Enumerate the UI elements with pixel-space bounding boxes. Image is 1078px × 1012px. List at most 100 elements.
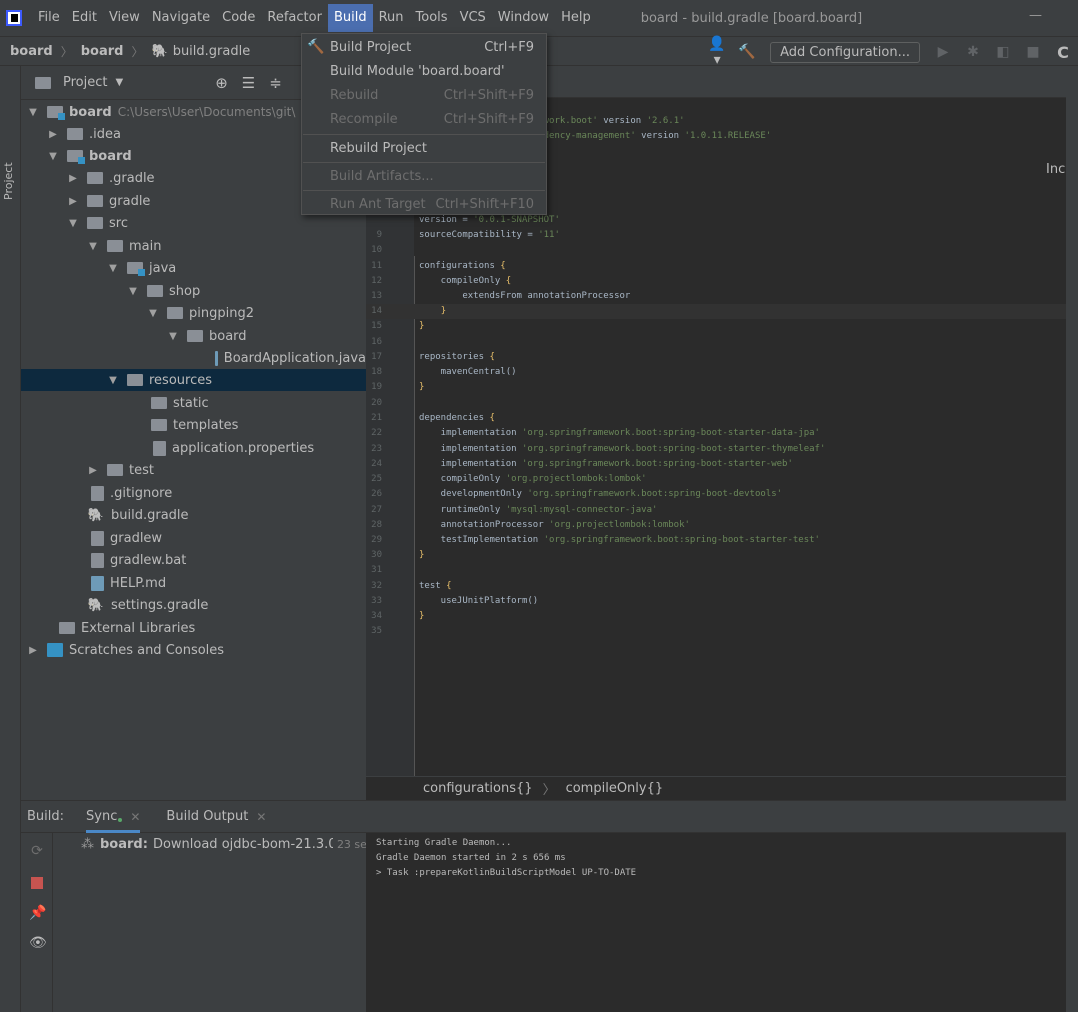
chevron-down-icon[interactable]: ▼ bbox=[115, 77, 123, 88]
tree-item-scratches[interactable]: ▶ Scratches and Consoles bbox=[21, 639, 366, 661]
code-line[interactable]: 33 useJUnitPlatform() bbox=[366, 594, 1066, 609]
minimize-button[interactable]: — bbox=[1029, 8, 1042, 23]
tree-item-resources[interactable]: ▼ resources bbox=[21, 369, 366, 391]
tree-item-gitignore[interactable]: .gitignore bbox=[21, 482, 366, 504]
menu-run[interactable]: Run bbox=[373, 4, 410, 32]
tree-item-static[interactable]: static bbox=[21, 392, 366, 414]
chevron-right-icon[interactable]: ▶ bbox=[67, 173, 79, 184]
build-tree-item[interactable]: ⁂ board: Download ojdbc-bom-21.3.0.0.p 2… bbox=[81, 837, 373, 852]
tree-item-gradlew-bat[interactable]: gradlew.bat bbox=[21, 549, 366, 571]
chevron-down-icon[interactable]: ▼ bbox=[147, 308, 159, 319]
project-panel-title[interactable]: Project bbox=[63, 75, 107, 90]
code-line[interactable]: 17 repositories { bbox=[366, 350, 1066, 365]
eye-icon[interactable]: 👁 bbox=[29, 935, 47, 951]
tree-item-templates[interactable]: templates bbox=[21, 414, 366, 436]
code-line[interactable]: 21 dependencies { bbox=[366, 411, 1066, 426]
code-line[interactable]: 16 bbox=[366, 335, 1066, 350]
code-line[interactable]: 26 developmentOnly 'org.springframework.… bbox=[366, 487, 1066, 502]
code-line[interactable]: 28 annotationProcessor 'org.projectlombo… bbox=[366, 518, 1066, 533]
code-line[interactable]: 32 test { bbox=[366, 579, 1066, 594]
menu-item-build-artifacts[interactable]: Build Artifacts... bbox=[302, 164, 546, 188]
code-line[interactable]: 12 compileOnly { bbox=[366, 274, 1066, 289]
code-line[interactable]: 15} bbox=[366, 319, 1066, 334]
code-line[interactable]: 11 configurations { bbox=[366, 259, 1066, 274]
tree-item-main[interactable]: ▼ main bbox=[21, 235, 366, 257]
menu-edit[interactable]: Edit bbox=[66, 4, 103, 32]
debug-icon[interactable]: ✱ bbox=[962, 44, 984, 60]
stop-icon[interactable] bbox=[31, 877, 43, 889]
stop-icon[interactable]: ■ bbox=[1022, 44, 1044, 60]
menu-navigate[interactable]: Navigate bbox=[146, 4, 216, 32]
menu-item-build-project[interactable]: 🔨 Build Project Ctrl+F9 bbox=[302, 35, 546, 59]
chevron-right-icon[interactable]: ▶ bbox=[67, 196, 79, 207]
code-line[interactable]: 13 extendsFrom annotationProcessor bbox=[366, 289, 1066, 304]
menu-item-build-module[interactable]: Build Module 'board.board' bbox=[302, 59, 546, 83]
close-icon[interactable]: ✕ bbox=[130, 810, 140, 824]
tree-item-external-libraries[interactable]: External Libraries bbox=[21, 617, 366, 639]
coverage-icon[interactable]: ◧ bbox=[992, 44, 1014, 60]
hammer-icon[interactable]: 🔨 bbox=[736, 44, 758, 60]
menu-item-recompile[interactable]: Recompile Ctrl+Shift+F9 bbox=[302, 107, 546, 131]
menu-tools[interactable]: Tools bbox=[410, 4, 454, 32]
tree-item-build-gradle[interactable]: 🐘 build.gradle bbox=[21, 504, 366, 526]
breadcrumb-configurations[interactable]: configurations{} bbox=[423, 781, 533, 796]
tab-sync[interactable]: Sync ✕ bbox=[86, 801, 141, 833]
menu-refactor[interactable]: Refactor bbox=[261, 4, 328, 32]
menu-item-run-ant-target[interactable]: Run Ant Target Ctrl+Shift+F10 bbox=[302, 192, 546, 216]
chevron-down-icon[interactable]: ▼ bbox=[87, 241, 99, 252]
chevron-right-icon[interactable]: ▶ bbox=[27, 645, 39, 656]
menu-build[interactable]: Build bbox=[327, 4, 373, 32]
breadcrumb-compile-only[interactable]: compileOnly{} bbox=[566, 781, 664, 796]
code-line[interactable]: 27 runtimeOnly 'mysql:mysql-connector-ja… bbox=[366, 503, 1066, 518]
tree-item-test[interactable]: ▶ test bbox=[21, 459, 366, 481]
tree-item-application-properties[interactable]: application.properties bbox=[21, 437, 366, 459]
menu-vcs[interactable]: VCS bbox=[454, 4, 492, 32]
code-line[interactable]: 35 bbox=[366, 624, 1066, 639]
tree-item-board-package[interactable]: ▼ board bbox=[21, 325, 366, 347]
code-line[interactable]: 19} bbox=[366, 380, 1066, 395]
chevron-down-icon[interactable]: ▼ bbox=[47, 151, 59, 162]
tree-item-gradlew[interactable]: gradlew bbox=[21, 527, 366, 549]
locate-icon[interactable]: ⊕ bbox=[215, 74, 228, 92]
menu-item-rebuild-project[interactable]: Rebuild Project bbox=[302, 136, 546, 160]
code-line[interactable]: 18 mavenCentral() bbox=[366, 365, 1066, 380]
breadcrumb-file[interactable]: build.gradle bbox=[173, 44, 251, 59]
pin-icon[interactable]: 📌 bbox=[29, 905, 46, 921]
tree-item-settings-gradle[interactable]: 🐘 settings.gradle bbox=[21, 594, 366, 616]
tree-item-help-md[interactable]: HELP.md bbox=[21, 572, 366, 594]
close-icon[interactable]: ✕ bbox=[256, 810, 266, 824]
chevron-down-icon[interactable]: ▼ bbox=[107, 375, 119, 386]
tree-item-java[interactable]: ▼ java bbox=[21, 257, 366, 279]
tab-build-output[interactable]: Build Output ✕ bbox=[166, 809, 266, 824]
breadcrumb-module[interactable]: board bbox=[81, 44, 124, 59]
code-line[interactable]: 25 compileOnly 'org.projectlombok:lombok… bbox=[366, 472, 1066, 487]
chevron-down-icon[interactable]: ▼ bbox=[27, 107, 39, 118]
chevron-down-icon[interactable]: ▼ bbox=[67, 218, 79, 229]
chevron-down-icon[interactable]: ▼ bbox=[127, 286, 139, 297]
menu-window[interactable]: Window bbox=[492, 4, 555, 32]
build-console[interactable]: Starting Gradle Daemon... Gradle Daemon … bbox=[366, 833, 1066, 1012]
refresh-icon[interactable]: ⟳ bbox=[29, 843, 45, 859]
menu-item-rebuild[interactable]: Rebuild Ctrl+Shift+F9 bbox=[302, 83, 546, 107]
menu-help[interactable]: Help bbox=[555, 4, 597, 32]
menu-file[interactable]: File bbox=[32, 4, 66, 32]
tree-item-pingping2[interactable]: ▼ pingping2 bbox=[21, 302, 366, 324]
expand-all-icon[interactable]: ☰ bbox=[242, 74, 255, 92]
code-line[interactable]: 14 } bbox=[366, 304, 1066, 319]
code-line[interactable]: 20 bbox=[366, 396, 1066, 411]
run-icon[interactable]: ▶ bbox=[932, 44, 954, 60]
collapse-all-icon[interactable]: ≑ bbox=[269, 74, 282, 92]
add-configuration-button[interactable]: Add Configuration... bbox=[770, 41, 920, 63]
code-line[interactable]: 29 testImplementation 'org.springframewo… bbox=[366, 533, 1066, 548]
code-line[interactable]: 30} bbox=[366, 548, 1066, 563]
code-line[interactable]: 31 bbox=[366, 563, 1066, 578]
chevron-right-icon[interactable]: ▶ bbox=[47, 129, 59, 140]
menu-code[interactable]: Code bbox=[216, 4, 261, 32]
code-line[interactable]: 22 implementation 'org.springframework.b… bbox=[366, 426, 1066, 441]
user-icon[interactable]: 👤▾ bbox=[706, 36, 728, 68]
project-tool-tab[interactable]: Project bbox=[2, 162, 15, 200]
tree-item-board-application[interactable]: BoardApplication.java bbox=[21, 347, 366, 369]
code-line[interactable]: 24 implementation 'org.springframework.b… bbox=[366, 457, 1066, 472]
chevron-down-icon[interactable]: ▼ bbox=[167, 331, 179, 342]
toolbar-overflow-label[interactable]: C bbox=[1052, 43, 1074, 62]
